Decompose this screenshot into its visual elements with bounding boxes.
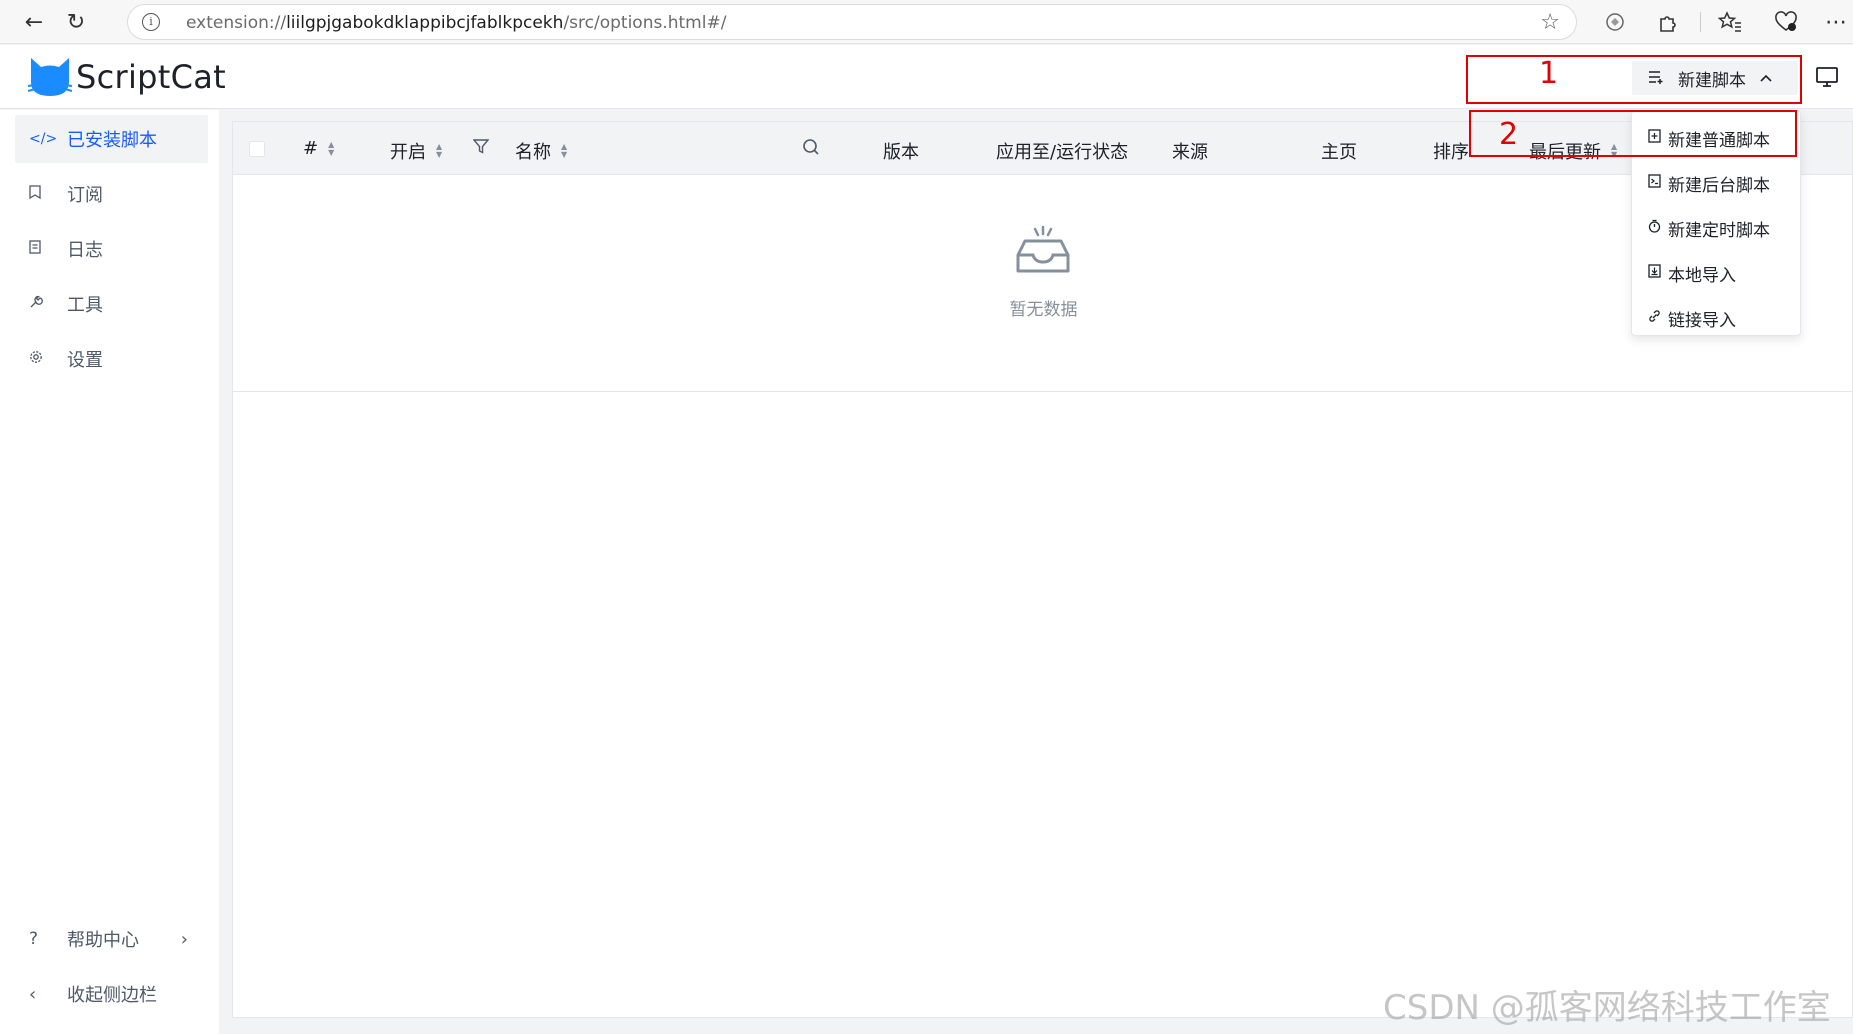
column-index[interactable]: # ▲ ▼ bbox=[303, 138, 334, 159]
app-name: ScriptCat bbox=[76, 58, 227, 96]
address-bar[interactable]: i extension://liilgpjgabokdklappibcjfabl… bbox=[127, 4, 1577, 40]
sort-icon[interactable]: ▲ ▼ bbox=[328, 140, 334, 157]
empty-state: 暂无数据 bbox=[233, 175, 1852, 392]
column-label: 应用至/运行状态 bbox=[996, 142, 1129, 163]
help-center-label: 帮助中心 bbox=[67, 930, 139, 951]
chevron-left-icon: ‹ bbox=[29, 983, 37, 1005]
select-all-checkbox[interactable] bbox=[249, 141, 265, 157]
browser-essentials-icon[interactable] bbox=[1772, 8, 1800, 36]
column-status: 应用至/运行状态 bbox=[996, 138, 1128, 164]
annotation-number-2: 2 bbox=[1499, 117, 1519, 152]
column-name[interactable]: 名称 ▲ ▼ bbox=[515, 138, 567, 164]
empty-inbox-icon bbox=[1016, 225, 1070, 273]
tracking-prevention-icon[interactable] bbox=[1601, 8, 1629, 36]
code-icon: </> bbox=[29, 131, 58, 147]
gear-icon bbox=[15, 350, 67, 368]
menu-item-local-import[interactable]: 本地导入 bbox=[1632, 253, 1800, 293]
sidebar-item-label: 已安装脚本 bbox=[67, 130, 157, 151]
menu-item-link-import[interactable]: 链接导入 bbox=[1632, 298, 1800, 338]
menu-item-label: 本地导入 bbox=[1668, 265, 1736, 286]
help-center-item[interactable]: ? 帮助中心 › bbox=[15, 915, 208, 963]
sort-icon[interactable]: ▲ ▼ bbox=[436, 143, 442, 159]
column-label: 来源 bbox=[1172, 142, 1208, 163]
sidebar-item-installed-scripts[interactable]: </> 已安装脚本 bbox=[15, 115, 208, 163]
monitor-icon[interactable] bbox=[1814, 65, 1840, 89]
more-menu-icon[interactable]: ⋯ bbox=[1822, 8, 1850, 36]
menu-item-new-scheduled-script[interactable]: 新建定时脚本 bbox=[1632, 208, 1800, 248]
collapse-sidebar-item[interactable]: ‹ 收起侧边栏 bbox=[15, 970, 208, 1018]
import-icon bbox=[1648, 264, 1666, 282]
sidebar-item-settings[interactable]: 设置 bbox=[15, 335, 208, 383]
annotation-box-1 bbox=[1466, 55, 1802, 104]
info-icon[interactable]: i bbox=[142, 13, 160, 31]
sidebar-item-tools[interactable]: 工具 bbox=[15, 280, 208, 328]
menu-item-label: 新建后台脚本 bbox=[1668, 175, 1770, 196]
sort-icon[interactable]: ▲ ▼ bbox=[561, 143, 567, 159]
filter-icon[interactable] bbox=[473, 138, 489, 154]
column-label: 版本 bbox=[883, 142, 919, 163]
extensions-icon[interactable] bbox=[1654, 8, 1682, 36]
sidebar-item-subscriptions[interactable]: 订阅 bbox=[15, 170, 208, 218]
sidebar: </> 已安装脚本 订阅 日志 工具 设置 ? 帮助中心 › ‹ 收起侧边栏 bbox=[0, 110, 219, 1034]
url-text: extension://liilgpjgabokdklappibcjfablkp… bbox=[186, 13, 726, 33]
scriptcat-logo-icon bbox=[28, 58, 72, 96]
sidebar-item-label: 日志 bbox=[67, 240, 103, 261]
sidebar-item-label: 工具 bbox=[67, 295, 103, 316]
column-source: 来源 bbox=[1172, 138, 1208, 164]
menu-item-label: 链接导入 bbox=[1668, 310, 1736, 331]
back-icon[interactable]: ← bbox=[18, 6, 50, 38]
script-list-panel: # ▲ ▼ 开启 ▲ ▼ 名称 ▲ ▼ 版本 应用至/运行状态 来源 主页 排序… bbox=[232, 121, 1853, 1018]
file-icon bbox=[15, 240, 67, 258]
column-label: # bbox=[303, 138, 319, 159]
annotation-number-1: 1 bbox=[1539, 56, 1559, 91]
timer-icon bbox=[1648, 219, 1666, 237]
annotation-box-2 bbox=[1469, 110, 1797, 157]
terminal-icon bbox=[1648, 174, 1666, 192]
column-version: 版本 bbox=[883, 138, 919, 164]
column-label: 主页 bbox=[1321, 142, 1357, 163]
favorites-icon[interactable] bbox=[1716, 8, 1744, 36]
empty-text: 暂无数据 bbox=[1009, 300, 1078, 320]
menu-item-new-background-script[interactable]: 新建后台脚本 bbox=[1632, 163, 1800, 203]
browser-toolbar: ← ↻ i extension://liilgpjgabokdklappibcj… bbox=[0, 0, 1853, 44]
link-icon bbox=[1648, 309, 1666, 327]
column-order: 排序 bbox=[1433, 138, 1469, 164]
toolbar-divider bbox=[1700, 12, 1701, 32]
collapse-sidebar-label: 收起侧边栏 bbox=[67, 985, 157, 1006]
url-prefix: extension:// bbox=[186, 13, 287, 33]
search-icon[interactable] bbox=[802, 138, 820, 156]
favorite-star-icon[interactable]: ☆ bbox=[1540, 10, 1560, 35]
column-homepage: 主页 bbox=[1321, 138, 1357, 164]
column-label: 名称 bbox=[515, 142, 551, 163]
url-host: liilgpjgabokdklappibcjfablkpcekh bbox=[286, 13, 564, 33]
sidebar-item-label: 设置 bbox=[67, 350, 103, 371]
column-enabled[interactable]: 开启 ▲ ▼ bbox=[390, 138, 442, 164]
wrench-icon bbox=[15, 295, 67, 313]
bookmark-icon bbox=[15, 185, 67, 203]
chevron-right-icon: › bbox=[180, 928, 188, 950]
reload-icon[interactable]: ↻ bbox=[60, 6, 92, 38]
menu-item-label: 新建定时脚本 bbox=[1668, 220, 1770, 241]
question-icon: ? bbox=[29, 929, 39, 949]
url-path: /src/options.html#/ bbox=[563, 13, 727, 33]
column-label: 排序 bbox=[1433, 142, 1469, 163]
sidebar-item-logs[interactable]: 日志 bbox=[15, 225, 208, 273]
watermark: CSDN @孤客网络科技工作室 bbox=[1383, 988, 1831, 1028]
sidebar-item-label: 订阅 bbox=[67, 185, 103, 206]
app-logo[interactable]: ScriptCat bbox=[28, 56, 226, 98]
column-label: 开启 bbox=[390, 142, 426, 163]
